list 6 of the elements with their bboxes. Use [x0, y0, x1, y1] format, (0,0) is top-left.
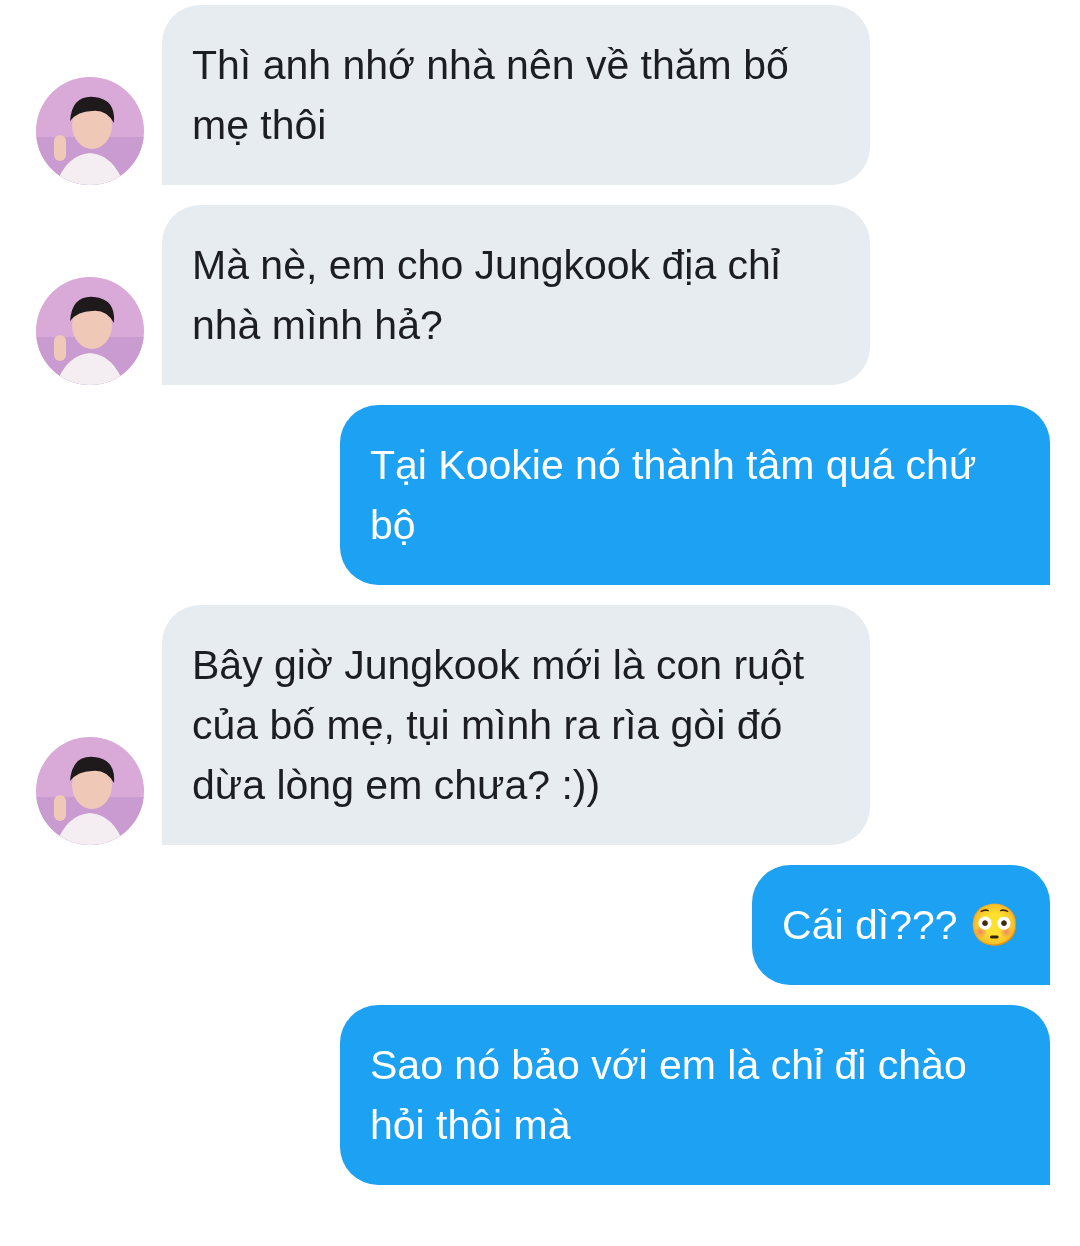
sent-message: Cái dì??? 😳 [752, 865, 1050, 985]
sent-message: Sao nó bảo với em là chỉ đi chào hỏi thôi mà [340, 1005, 1050, 1185]
received-message: Mà nè, em cho Jungkook địa chỉ nhà mình hả? [162, 205, 870, 385]
sent-message: Tại Kookie nó thành tâm quá chứ bộ [340, 405, 1050, 585]
received-message: Bây giờ Jungkook mới là con ruột của bố mẹ, tụi mình ra rìa gòi đó dừa lòng em chưa? :)) [162, 605, 870, 845]
received-message: Thì anh nhớ nhà nên về thăm bố mẹ thôi [162, 5, 870, 185]
